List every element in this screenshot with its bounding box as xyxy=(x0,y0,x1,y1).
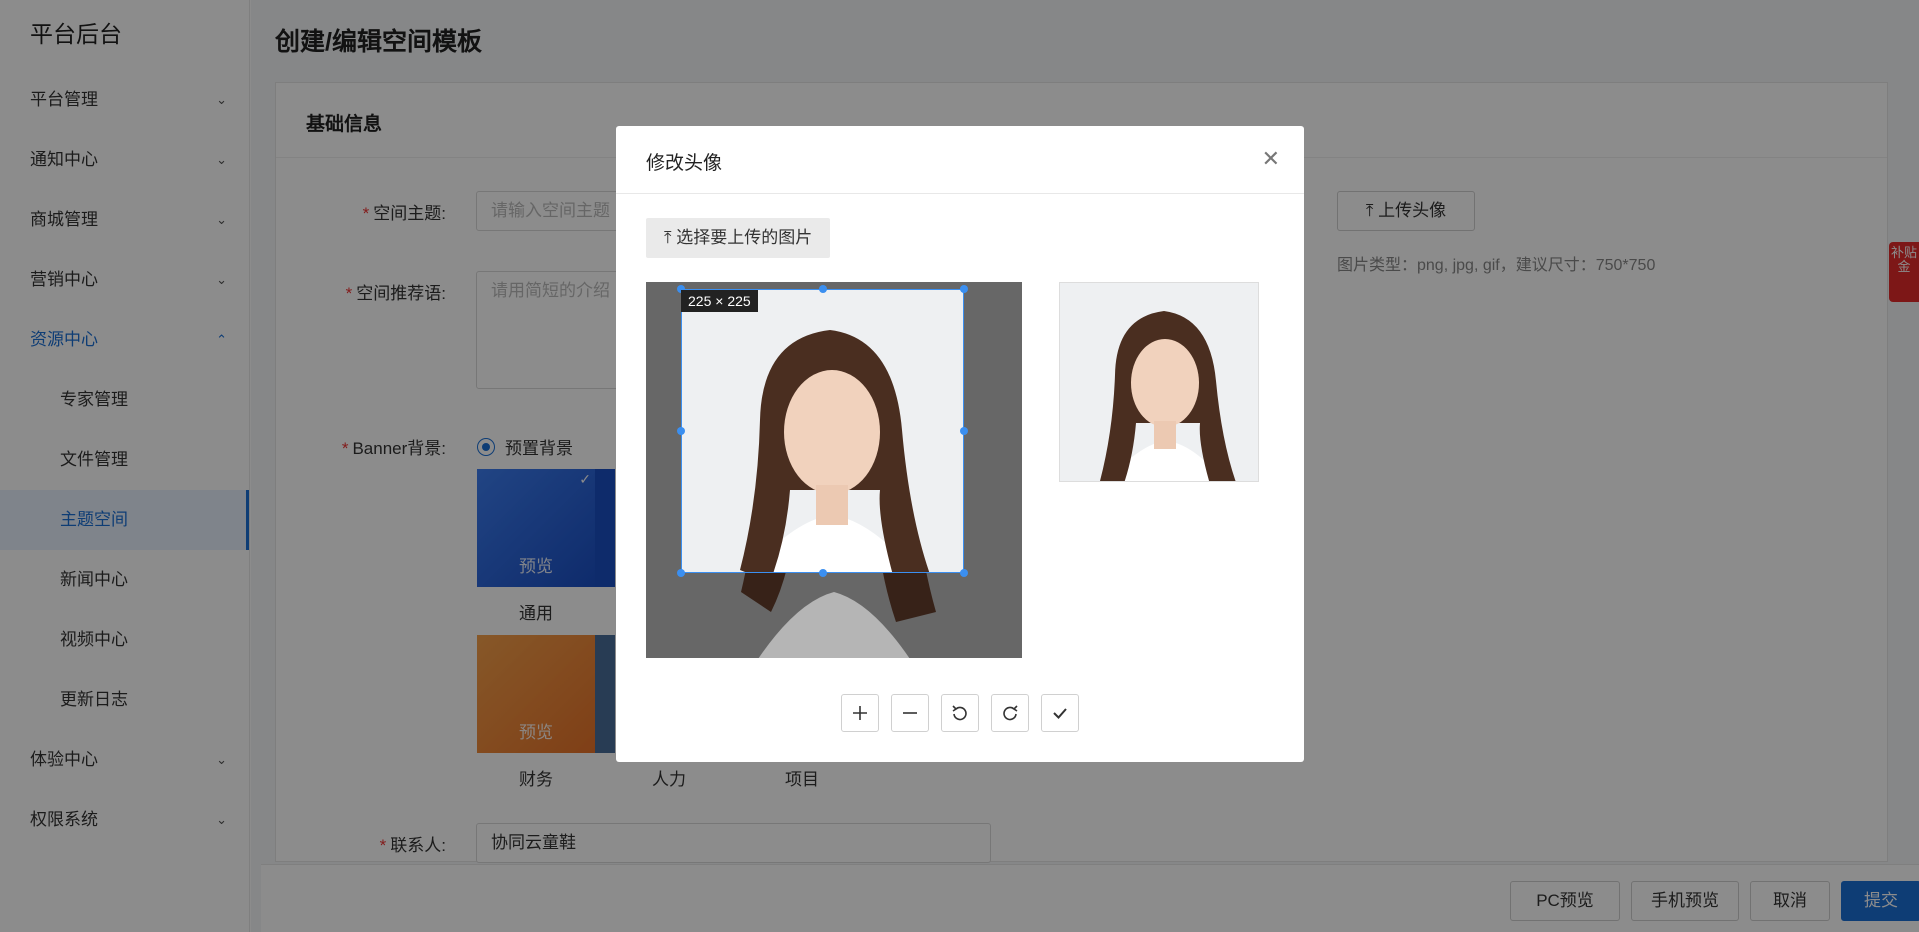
crop-handle[interactable] xyxy=(677,569,685,577)
rotate-right-button[interactable] xyxy=(991,694,1029,732)
plus-icon xyxy=(853,706,867,720)
zoom-in-button[interactable] xyxy=(841,694,879,732)
crop-selection[interactable] xyxy=(681,289,964,573)
zoom-out-button[interactable] xyxy=(891,694,929,732)
select-image-button[interactable]: ⤒ 选择要上传的图片 xyxy=(646,218,831,258)
minus-icon xyxy=(903,712,917,714)
crop-handle[interactable] xyxy=(819,285,827,293)
crop-canvas[interactable]: 225 × 225 xyxy=(646,282,1022,658)
crop-handle[interactable] xyxy=(960,427,968,435)
check-icon xyxy=(1053,708,1067,719)
rotate-left-icon xyxy=(952,705,967,721)
crop-handle[interactable] xyxy=(677,427,685,435)
crop-handle[interactable] xyxy=(960,285,968,293)
modal-title: 修改头像 xyxy=(646,153,723,174)
crop-handle[interactable] xyxy=(819,569,827,577)
avatar-preview xyxy=(1059,282,1259,482)
upload-icon: ⤒ xyxy=(664,228,677,247)
crop-handle[interactable] xyxy=(960,569,968,577)
edit-avatar-modal: 修改头像 ✕ ⤒ 选择要上传的图片 225 × 225 xyxy=(616,126,1304,762)
portrait-crop xyxy=(682,290,963,572)
confirm-crop-button[interactable] xyxy=(1041,694,1079,732)
divider xyxy=(616,193,1304,194)
close-icon[interactable]: ✕ xyxy=(1262,148,1280,170)
portrait-preview xyxy=(1060,283,1258,481)
crop-size-label: 225 × 225 xyxy=(681,290,758,312)
rotate-right-icon xyxy=(1003,705,1018,721)
rotate-left-button[interactable] xyxy=(941,694,979,732)
